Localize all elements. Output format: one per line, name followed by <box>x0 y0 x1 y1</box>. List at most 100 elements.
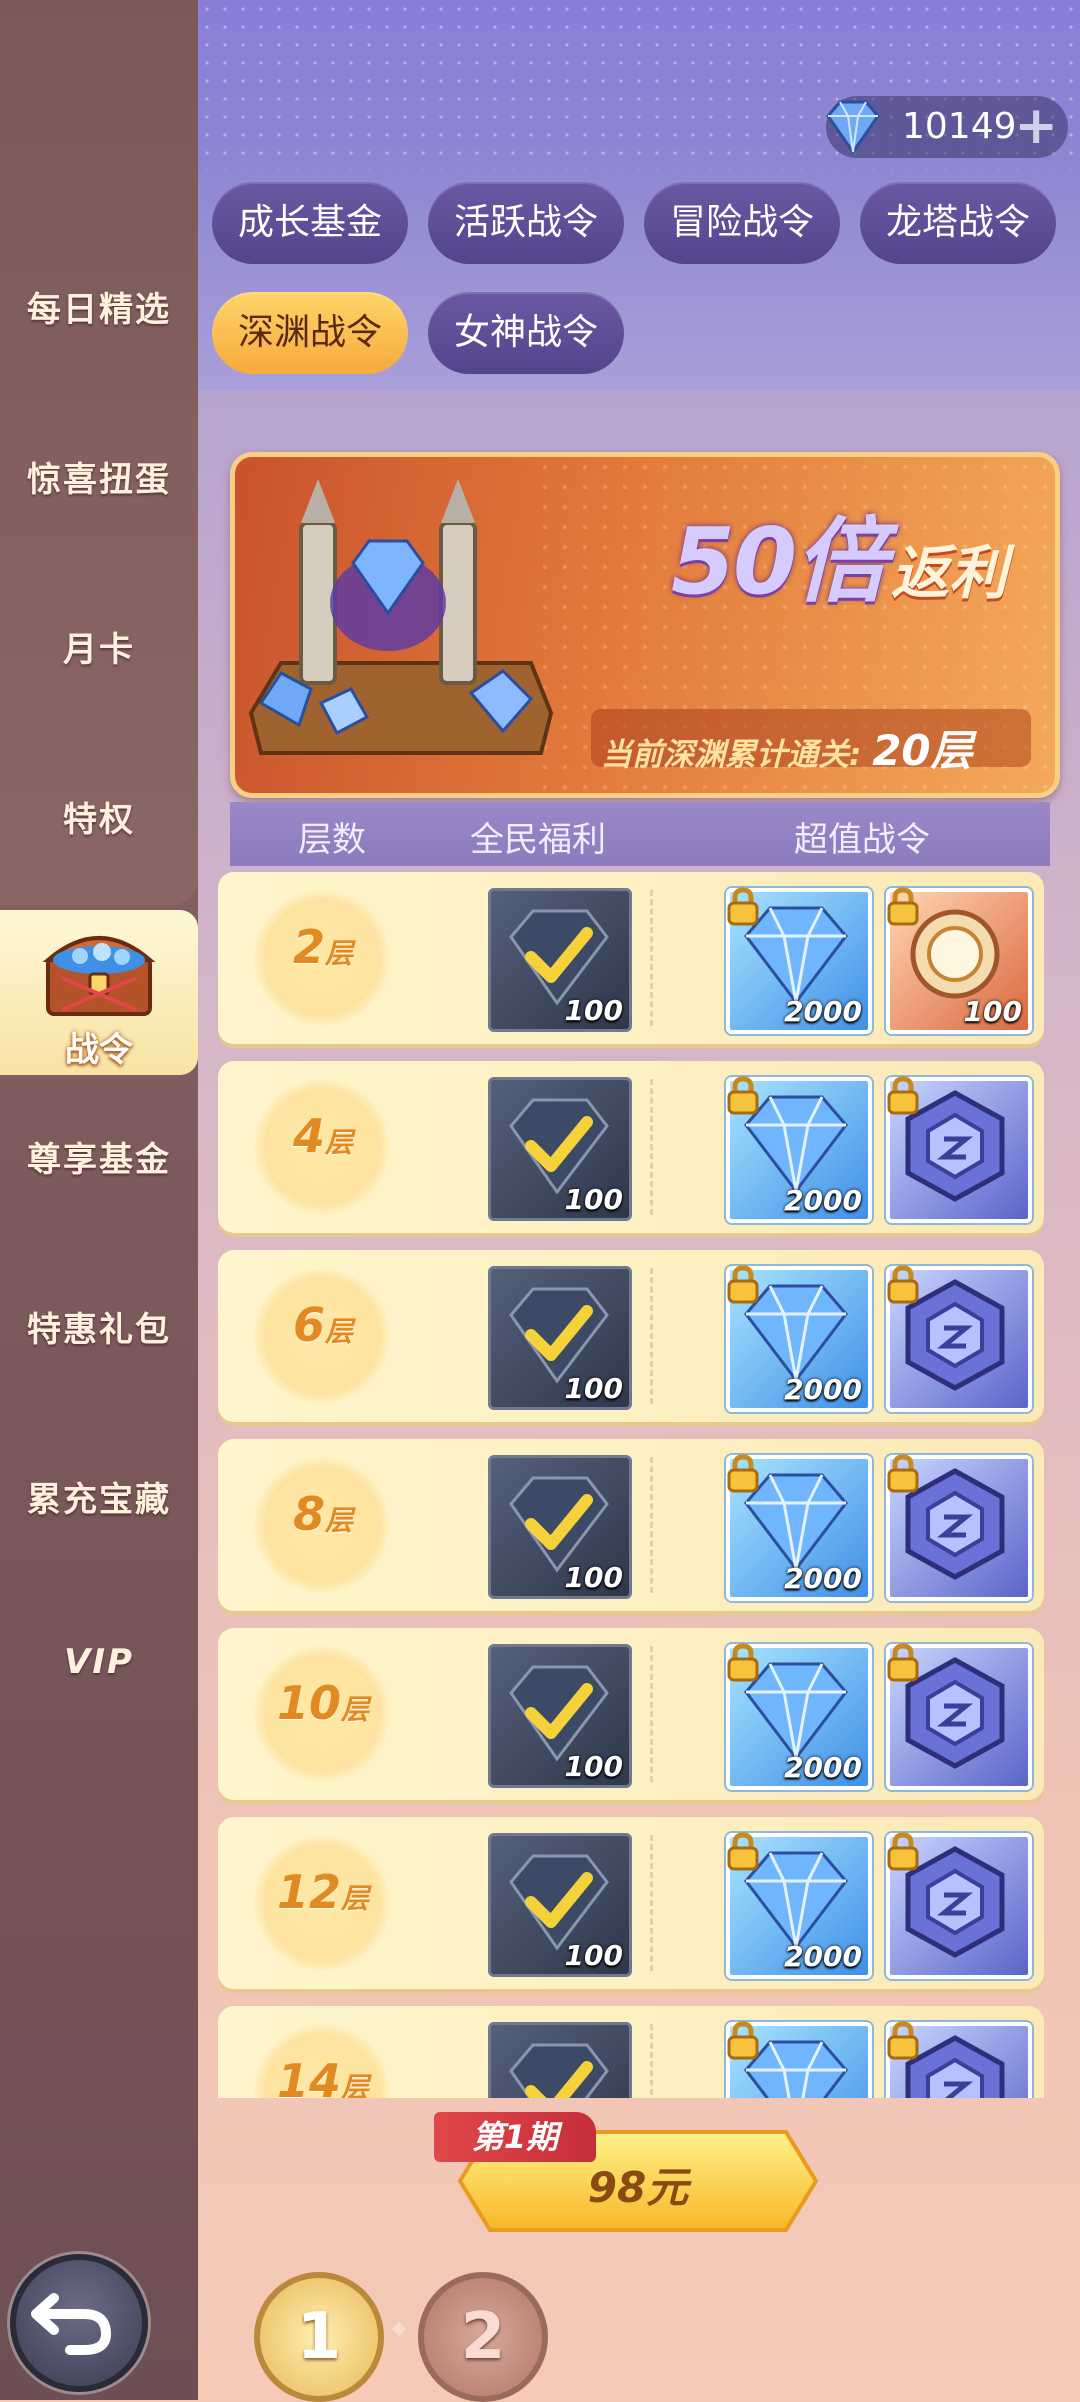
premium-diamond-item[interactable]: 2000 <box>726 1643 872 1790</box>
purchase-price: 98元 <box>587 2163 689 2212</box>
add-currency-button[interactable]: + <box>1014 100 1058 152</box>
floor-label: 12层 <box>276 1865 370 1919</box>
row-divider <box>650 1079 653 1215</box>
lock-icon <box>887 1076 919 1115</box>
lock-icon <box>727 2021 759 2060</box>
lock-icon <box>727 1265 759 1304</box>
premium-diamond-qty: 2000 <box>784 1940 862 1973</box>
floor-label: 4层 <box>292 1109 354 1163</box>
tab-growth-fund[interactable]: 成长基金 <box>212 182 408 264</box>
lock-icon <box>887 1454 919 1493</box>
col-header-premium: 超值战令 <box>794 820 930 860</box>
reward-list[interactable]: 2层 100 2000 100 4层 100 2000 6层 100 2000 8层 100 2000 1… <box>218 872 1068 2098</box>
premium-special-item[interactable] <box>886 1265 1032 1412</box>
premium-special-item[interactable] <box>886 1076 1032 1223</box>
treasure-chest-icon <box>42 936 156 1016</box>
reward-row: 12层 100 2000 <box>218 1817 1044 1989</box>
tab-abyss-pass[interactable]: 深渊战令 <box>212 292 408 374</box>
sidebar-item-monthly-card[interactable]: 月卡 <box>0 622 198 671</box>
free-reward-item[interactable]: 100 <box>488 1833 632 1977</box>
free-reward-item[interactable]: 100 <box>488 888 632 1032</box>
premium-special-item[interactable] <box>886 2021 1032 2098</box>
free-reward-qty: 100 <box>564 1939 623 1972</box>
reward-row: 2层 100 2000 100 <box>218 872 1044 1044</box>
free-reward-item[interactable] <box>488 2022 632 2098</box>
lock-icon <box>727 1832 759 1871</box>
free-reward-item[interactable]: 100 <box>488 1266 632 1410</box>
premium-diamond-item[interactable]: 2000 <box>726 1454 872 1601</box>
reward-row: 4层 100 2000 <box>218 1061 1044 1233</box>
free-reward-qty: 100 <box>564 1183 623 1216</box>
reward-row: 10层 100 2000 <box>218 1628 1044 1800</box>
return-arrow-icon <box>31 2293 112 2355</box>
period-badge: 第1期 <box>434 2112 596 2162</box>
abyss-progress-label: 当前深渊累计通关: 20层 <box>601 726 973 775</box>
sidebar-item-special-pack[interactable]: 特惠礼包 <box>0 1302 198 1351</box>
floor-label: 14层 <box>276 2054 370 2098</box>
premium-special-item[interactable] <box>886 1643 1032 1790</box>
free-reward-item[interactable]: 100 <box>488 1077 632 1221</box>
premium-special-item[interactable]: 100 <box>886 887 1032 1034</box>
premium-diamond-item[interactable]: 2000 <box>726 1265 872 1412</box>
tab-adventure-pass[interactable]: 冒险战令 <box>644 182 840 264</box>
premium-special-qty: 100 <box>963 995 1022 1028</box>
sidebar-item-label: 战令 <box>65 1030 133 1070</box>
premium-diamond-qty: 2000 <box>784 1184 862 1217</box>
lock-icon <box>887 1832 919 1871</box>
sidebar-item-battle-pass[interactable]: 战令 <box>0 910 198 1075</box>
page-number: 1 <box>296 2300 342 2374</box>
banner-rebate-word: 返利 <box>891 539 1008 607</box>
premium-diamond-item[interactable]: 2000 <box>726 887 872 1034</box>
promo-banner: 50倍 返利 当前深渊累计通关: 20层 <box>230 452 1060 798</box>
sidebar-item-premium-fund[interactable]: 尊享基金 <box>0 1132 198 1181</box>
lock-icon <box>727 1076 759 1115</box>
page-number: 2 <box>460 2300 506 2374</box>
free-reward-qty: 100 <box>564 1561 623 1594</box>
premium-special-item[interactable] <box>886 1454 1032 1601</box>
col-header-free: 全民福利 <box>470 820 606 860</box>
lock-icon <box>887 1265 919 1304</box>
premium-diamond-qty: 2000 <box>784 995 862 1028</box>
abyss-progress-value: 20层 <box>872 726 973 775</box>
tab-active-pass[interactable]: 活跃战令 <box>428 182 624 264</box>
premium-diamond-item[interactable]: 2000 <box>726 1076 872 1223</box>
free-reward-item[interactable]: 100 <box>488 1644 632 1788</box>
premium-diamond-item[interactable]: 2000 <box>726 1832 872 1979</box>
tab-goddess-pass[interactable]: 女神战令 <box>428 292 624 374</box>
banner-multiplier: 50倍 <box>671 508 887 615</box>
row-divider <box>650 1646 653 1782</box>
reward-row: 8层 100 2000 <box>218 1439 1044 1611</box>
premium-diamond-qty: 2000 <box>784 1562 862 1595</box>
banner-title: 50倍 返利 <box>671 487 1007 620</box>
sidebar-item-recharge-treasure[interactable]: 累充宝藏 <box>0 1472 198 1521</box>
sidebar-item-gacha[interactable]: 惊喜扭蛋 <box>0 452 198 501</box>
sidebar-item-daily-picks[interactable]: 每日精选 <box>0 282 198 331</box>
page-2-button[interactable]: 2 <box>418 2272 548 2402</box>
free-reward-item[interactable]: 100 <box>488 1455 632 1599</box>
sidebar-item-vip[interactable]: VIP <box>0 1642 198 1682</box>
tab-dragon-tower-pass[interactable]: 龙塔战令 <box>860 182 1056 264</box>
lock-icon <box>887 2021 919 2060</box>
lock-icon <box>727 1643 759 1682</box>
premium-diamond-qty: 2000 <box>784 1373 862 1406</box>
row-divider <box>650 2024 653 2098</box>
back-button[interactable] <box>10 2254 148 2392</box>
lock-icon <box>727 1454 759 1493</box>
premium-special-item[interactable] <box>886 1832 1032 1979</box>
abyss-progress-bar: 当前深渊累计通关: 20层 <box>591 709 1031 775</box>
table-header: 层数 全民福利 超值战令 <box>230 802 1050 866</box>
sidebar-item-privilege[interactable]: 特权 <box>0 792 198 841</box>
sidebar: 每日精选 惊喜扭蛋 月卡 特权 战令 尊享基金 特惠礼包 累充宝藏 VIP <box>0 0 198 2400</box>
lock-icon <box>727 887 759 926</box>
col-header-floor: 层数 <box>298 820 366 860</box>
currency-display: 10149 + <box>826 96 1068 158</box>
free-reward-qty: 100 <box>564 1750 623 1783</box>
diamond-icon <box>826 100 880 155</box>
floor-label: 2层 <box>292 920 354 974</box>
premium-diamond-item[interactable] <box>726 2021 872 2098</box>
lock-icon <box>887 1643 919 1682</box>
premium-diamond-qty: 2000 <box>784 1751 862 1784</box>
claimed-diamond-icon <box>509 2043 609 2098</box>
page-1-button[interactable]: 1 <box>254 2272 384 2402</box>
floor-label: 10层 <box>276 1676 370 1730</box>
